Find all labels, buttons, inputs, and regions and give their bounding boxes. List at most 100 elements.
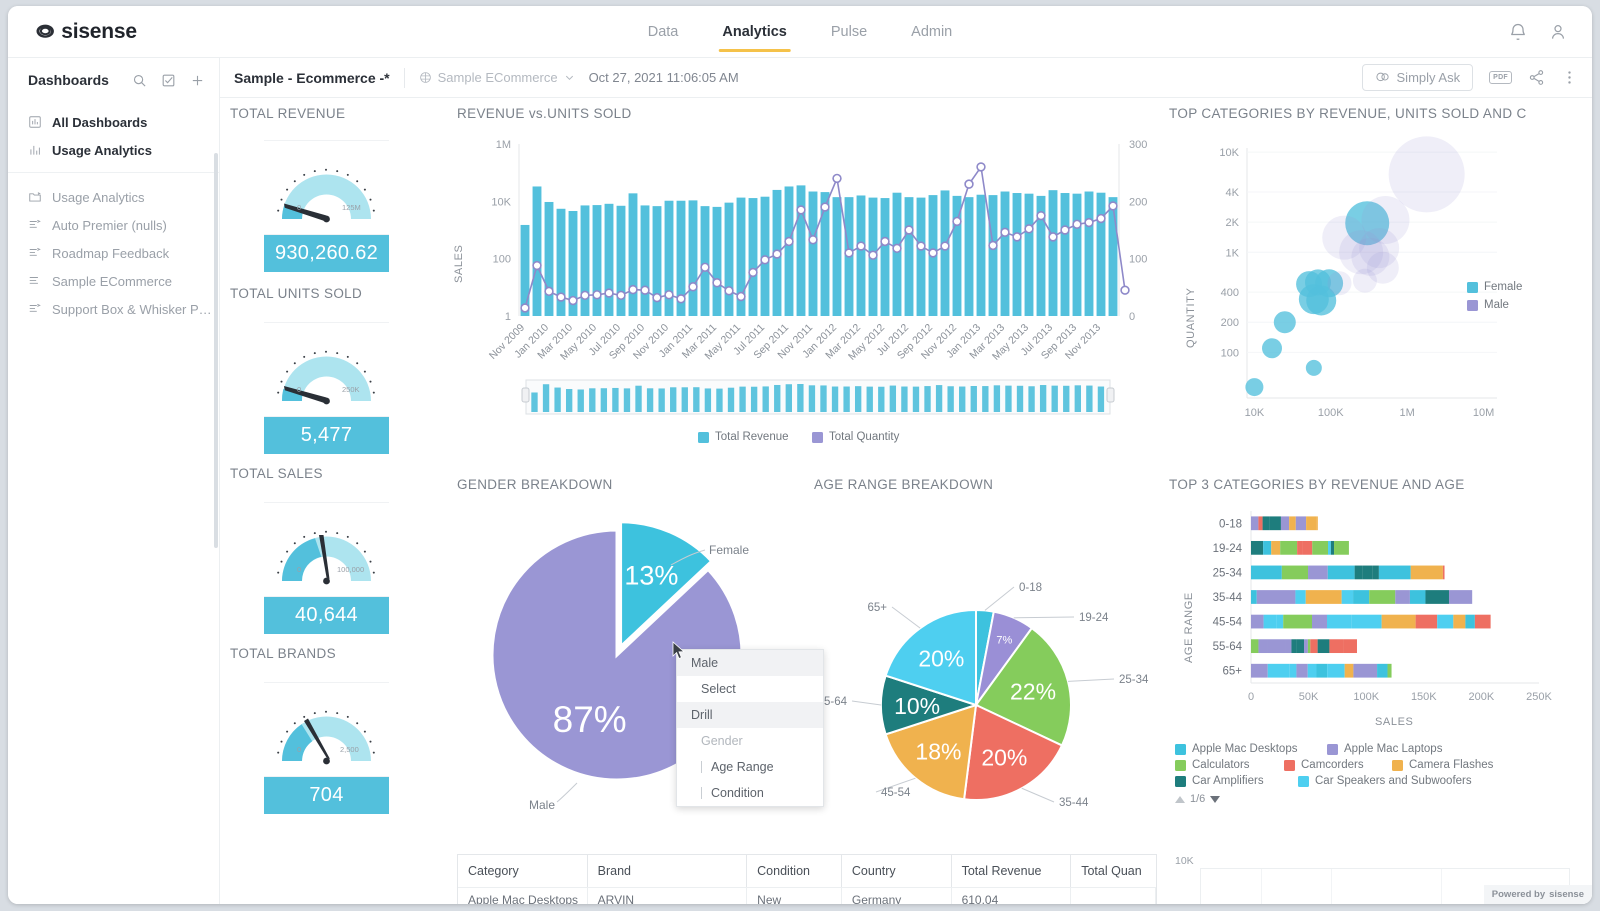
nav-tab-analytics[interactable]: Analytics <box>718 6 792 58</box>
gauge-min-total-sales: 0 <box>297 565 302 574</box>
triangle-up-icon[interactable] <box>1175 795 1185 803</box>
sisense-logo-icon: ⭖ <box>36 18 55 44</box>
triangle-down-icon[interactable] <box>1210 795 1221 803</box>
svg-text:65+: 65+ <box>1222 666 1242 678</box>
sidebar-item-roadmap-feedback[interactable]: Roadmap Feedback <box>8 239 219 267</box>
widget-title-total-units-sold: TOTAL UNITS SOLD <box>230 286 363 301</box>
widget-total-units-sold[interactable]: 0 250K 5,477 <box>264 322 389 454</box>
chart-navigator[interactable] <box>518 376 1118 422</box>
svg-text:65+: 65+ <box>867 602 887 614</box>
sidebar-item-sample-ecommerce[interactable]: Sample ECommerce <box>8 267 219 295</box>
export-pdf-button[interactable]: PDF <box>1489 71 1512 84</box>
legend-item-car-amplifiers[interactable]: Car Amplifiers <box>1175 775 1264 787</box>
legend-item-apple-mac-desktops[interactable]: Apple Mac Desktops <box>1175 743 1297 755</box>
table-header-country[interactable]: Country <box>842 855 952 887</box>
widget-title-top3-categories: TOP 3 CATEGORIES BY REVENUE AND AGE <box>1169 477 1465 492</box>
gauge-dial <box>277 530 375 585</box>
sidebar-label-1: Auto Premier (nulls) <box>52 217 167 233</box>
legend-item-total-revenue[interactable]: Total Revenue <box>698 431 789 443</box>
mouse-cursor <box>672 641 685 660</box>
svg-text:10M: 10M <box>1473 407 1494 419</box>
legend-item-total-quantity[interactable]: Total Quantity <box>812 431 899 443</box>
table-cell-total-quantity <box>1071 888 1156 904</box>
widget-total-sales[interactable]: 0 100,000 40,644 <box>264 502 389 634</box>
top3-categories-stacked-bar: 0 50K 100K 150K 200K 250K 0-18 19-24 25-34 35-44 4… <box>1213 511 1553 703</box>
bottom-right-axis-tick: 10K <box>1175 855 1194 867</box>
dashboards-sidebar: Dashboards All Dashboards Usage Analytic… <box>8 58 220 904</box>
nav-tab-pulse[interactable]: Pulse <box>831 6 867 58</box>
results-table[interactable]: Category Brand Condition Country Total R… <box>457 854 1157 904</box>
sidebar-item-auto-premier-nulls[interactable]: Auto Premier (nulls) <box>8 211 219 239</box>
table-header-category[interactable]: Category <box>458 855 588 887</box>
svg-text:20%: 20% <box>981 745 1027 771</box>
table-header-row: Category Brand Condition Country Total R… <box>458 855 1156 887</box>
plus-icon[interactable] <box>190 73 205 88</box>
legend-label-calculators: Calculators <box>1192 759 1250 771</box>
search-icon[interactable] <box>132 73 147 88</box>
legend-item-apple-mac-laptops[interactable]: Apple Mac Laptops <box>1327 743 1442 755</box>
widget-age-range-breakdown[interactable]: 7% 22% 20% 18% 10% 20% 0-18 19-24 25-34 35-44 45-5… <box>814 493 1174 823</box>
table-header-brand[interactable]: Brand <box>588 855 748 887</box>
gauge-value-total-sales: 40,644 <box>264 597 389 634</box>
bell-icon[interactable] <box>1508 22 1528 42</box>
user-icon[interactable] <box>1548 22 1568 42</box>
nav-tab-admin[interactable]: Admin <box>911 6 952 58</box>
table-row[interactable]: Apple Mac Desktops ARVIN New Germany 610… <box>458 887 1156 904</box>
svg-text:45-54: 45-54 <box>881 787 911 799</box>
table-header-condition[interactable]: Condition <box>747 855 842 887</box>
chevron-down-icon <box>565 75 573 81</box>
powered-by-brand: sisense <box>1549 889 1584 900</box>
widget-total-revenue[interactable]: 0 125M 930,260.62 <box>264 140 389 272</box>
sisense-logo[interactable]: ⭖ sisense <box>36 20 137 44</box>
svg-text:400: 400 <box>1221 287 1239 299</box>
table-header-total-quantity[interactable]: Total Quan <box>1071 855 1156 887</box>
table-header-total-revenue[interactable]: Total Revenue <box>952 855 1072 887</box>
gauge-total-sales: 0 100,000 <box>264 502 389 597</box>
svg-text:100: 100 <box>1129 254 1147 266</box>
context-menu-item-condition[interactable]: Condition <box>677 780 823 806</box>
cube-icon <box>419 72 431 83</box>
widget-total-brands[interactable]: 0 2,500 704 <box>264 682 389 814</box>
sidebar-item-usage-analytics-top[interactable]: Usage Analytics <box>8 136 219 164</box>
context-menu-select[interactable]: Select <box>677 676 823 702</box>
svg-text:35-44: 35-44 <box>1213 592 1243 604</box>
axis-label-sales-bottom: SALES <box>1375 716 1414 728</box>
legend-item-camera-flashes[interactable]: Camera Flashes <box>1392 759 1493 771</box>
drill-context-menu[interactable]: Male Select Drill Gender Age Range Condi… <box>676 649 824 807</box>
nav-tab-data[interactable]: Data <box>648 6 679 58</box>
gauge-total-units-sold: 0 250K <box>264 322 389 417</box>
dashboard-timestamp: Oct 27, 2021 11:06:05 AM <box>588 70 739 85</box>
legend-item-male[interactable]: Male <box>1467 299 1509 311</box>
legend-pager[interactable]: 1/6 <box>1175 793 1221 805</box>
legend-label-female: Female <box>1484 281 1523 293</box>
checklist-icon[interactable] <box>161 73 176 88</box>
simply-ask-button[interactable]: Simply Ask <box>1361 64 1474 91</box>
context-menu-item-age-range[interactable]: Age Range <box>677 754 823 780</box>
gauge-max-total-revenue: 125M <box>342 203 361 212</box>
toolbar-divider <box>403 67 405 88</box>
legend-swatch-apple-mac-laptops <box>1327 743 1338 755</box>
kebab-menu-icon[interactable] <box>1561 69 1578 86</box>
sidebar-item-all-dashboards[interactable]: All Dashboards <box>8 108 219 136</box>
legend-item-female[interactable]: Female <box>1467 281 1522 293</box>
datasource-selector[interactable]: Sample ECommerce <box>419 70 575 85</box>
sidebar-actions <box>132 73 205 88</box>
sisense-app-window: ⭖ sisense Data Analytics Pulse Admin Das… <box>8 6 1592 904</box>
svg-text:200K: 200K <box>1469 691 1495 703</box>
legend-item-car-speakers[interactable]: Car Speakers and Subwoofers <box>1298 775 1472 787</box>
sidebar-item-support-box-whisker[interactable]: Support Box & Whisker Plot I... <box>8 295 219 323</box>
axis-label-quantity: QUANTITY <box>1185 287 1197 348</box>
legend-item-camcorders[interactable]: Camcorders <box>1284 759 1364 771</box>
sidebar-scrollbar[interactable] <box>214 153 218 548</box>
gauge-max-total-units-sold: 250K <box>342 385 360 394</box>
gauge-value-total-revenue: 930,260.62 <box>264 235 389 272</box>
widget-top3-categories[interactable]: 0 50K 100K 150K 200K 250K 0-18 19-24 25-34 35-44 4… <box>1169 493 1569 743</box>
svg-text:10K: 10K <box>1245 407 1265 419</box>
sidebar-item-usage-analytics-folder[interactable]: Usage Analytics <box>8 183 219 211</box>
gauge-dial <box>277 350 375 405</box>
widget-title-total-sales: TOTAL SALES <box>230 466 323 481</box>
dashboard-title: Sample - Ecommerce -* <box>234 69 390 86</box>
legend-item-calculators[interactable]: Calculators <box>1175 759 1250 771</box>
share-icon[interactable] <box>1528 69 1545 86</box>
svg-text:10K: 10K <box>491 196 511 208</box>
